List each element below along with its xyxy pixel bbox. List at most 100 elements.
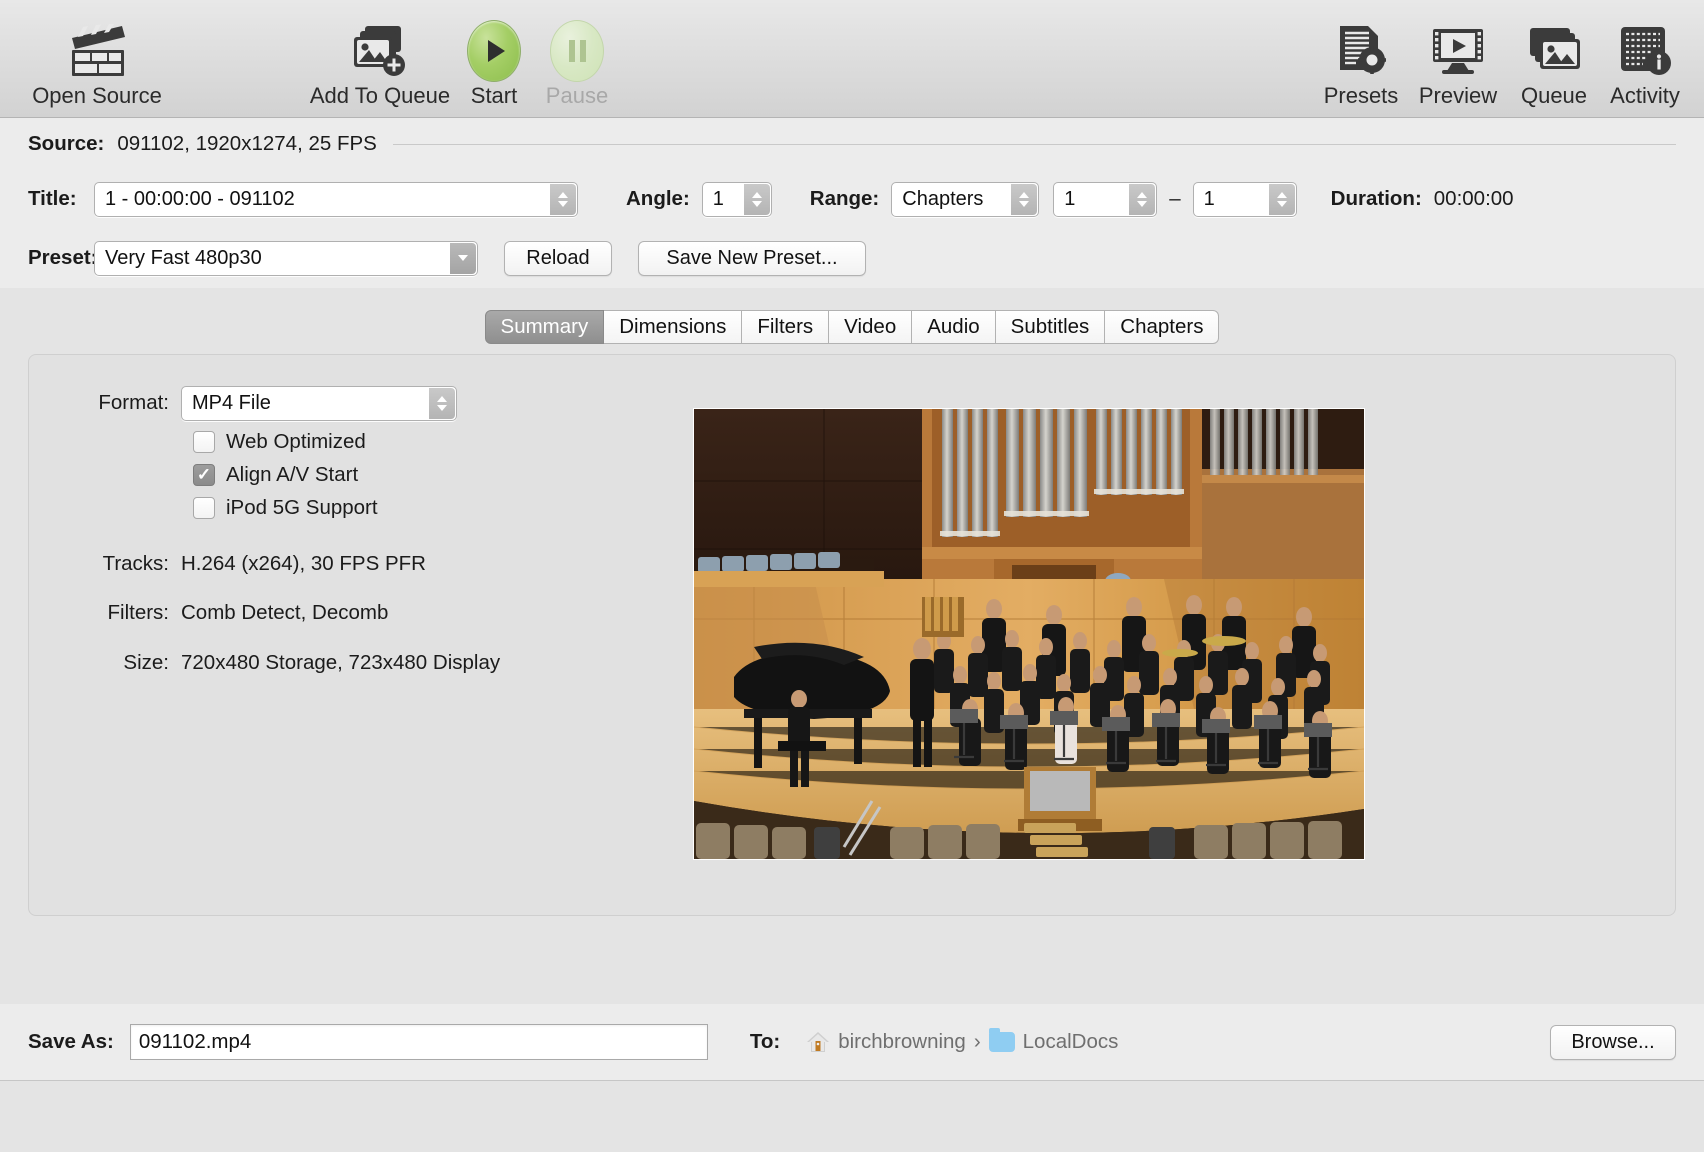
- toolbar-open-source[interactable]: Open Source: [0, 0, 162, 117]
- chevron-up-icon: [437, 395, 447, 402]
- title-row: Title: 1 - 00:00:00 - 091102 Angle: 1 Ra…: [28, 170, 1676, 228]
- queue-stack-icon: [1526, 19, 1582, 83]
- tab-audio[interactable]: Audio: [912, 310, 996, 344]
- size-row: Size: 720x480 Storage, 723x480 Display: [71, 638, 631, 688]
- align-av-start-checkbox[interactable]: ✓ Align A/V Start: [193, 458, 631, 491]
- home-icon: [807, 1032, 830, 1052]
- title-select[interactable]: 1 - 00:00:00 - 091102: [94, 181, 578, 217]
- tracks-label: Tracks:: [102, 552, 169, 575]
- ipod-5g-support-label: iPod 5G Support: [226, 495, 378, 519]
- range-end-select[interactable]: 1: [1192, 181, 1297, 217]
- title-stepper[interactable]: [550, 183, 576, 215]
- tab-subtitles-label: Subtitles: [1010, 315, 1090, 338]
- breadcrumb-separator: ›: [973, 1030, 981, 1053]
- toolbar-add-to-queue[interactable]: Add To Queue: [305, 0, 455, 117]
- tracks-value: H.264 (x264), 30 FPS PFR: [181, 552, 426, 575]
- toolbar-activity[interactable]: Activity: [1600, 0, 1704, 117]
- filters-value: Comb Detect, Decomb: [181, 601, 389, 624]
- reload-button-label: Reload: [526, 246, 590, 269]
- chevron-down-icon: [1276, 200, 1287, 207]
- preview-image: [694, 409, 1364, 859]
- preview-thumbnail[interactable]: [693, 408, 1365, 860]
- toolbar-start[interactable]: Start: [455, 0, 533, 117]
- checkbox-box: ✓: [193, 463, 215, 486]
- save-new-preset-label: Save New Preset...: [666, 246, 838, 269]
- preset-pulldown-arrow[interactable]: [450, 242, 476, 274]
- angle-select-value: 1: [712, 187, 724, 210]
- preset-row: Preset: Very Fast 480p30 Reload Save New…: [28, 228, 1676, 288]
- tab-video[interactable]: Video: [829, 310, 913, 344]
- toolbar-activity-label: Activity: [1610, 83, 1680, 108]
- toolbar-add-to-queue-label: Add To Queue: [309, 83, 451, 108]
- chevron-up-icon: [558, 191, 568, 198]
- pause-icon: [550, 19, 604, 83]
- status-bar: [0, 1080, 1704, 1152]
- align-av-start-label: Align A/V Start: [226, 462, 359, 486]
- tab-subtitles[interactable]: Subtitles: [995, 310, 1106, 344]
- tab-chapters[interactable]: Chapters: [1105, 310, 1220, 344]
- range-type-select[interactable]: Chapters: [891, 181, 1040, 217]
- preview-monitor-icon: [1430, 19, 1486, 83]
- toolbar-preview-label: Preview: [1418, 83, 1498, 108]
- preset-select-value: Very Fast 480p30: [105, 246, 262, 269]
- tracks-row: Tracks: H.264 (x264), 30 FPS PFR: [71, 540, 631, 588]
- filters-row: Filters: Comb Detect, Decomb: [71, 588, 631, 638]
- range-label: Range:: [809, 187, 880, 210]
- tab-filters[interactable]: Filters: [742, 310, 830, 344]
- checkbox-box: [193, 430, 215, 453]
- tab-dimensions-label: Dimensions: [619, 315, 727, 338]
- range-start-select[interactable]: 1: [1053, 181, 1158, 217]
- format-select[interactable]: MP4 File: [181, 385, 457, 421]
- angle-label: Angle:: [626, 187, 690, 210]
- preset-select[interactable]: Very Fast 480p30: [94, 240, 478, 276]
- web-optimized-label: Web Optimized: [226, 429, 366, 453]
- format-stepper[interactable]: [429, 387, 455, 419]
- toolbar-queue[interactable]: Queue: [1508, 0, 1600, 117]
- save-as-input[interactable]: 091102.mp4: [129, 1024, 708, 1060]
- folder-icon: [988, 1028, 1015, 1052]
- range-end-stepper[interactable]: [1268, 183, 1295, 215]
- toolbar-pause[interactable]: Pause: [533, 0, 621, 117]
- tab-video-label: Video: [844, 315, 897, 338]
- title-label: Title:: [28, 187, 77, 210]
- browse-button[interactable]: Browse...: [1550, 1024, 1676, 1060]
- toolbar-preview[interactable]: Preview: [1408, 0, 1508, 117]
- reload-button[interactable]: Reload: [504, 240, 612, 276]
- source-settings-area: Source: 091102, 1920x1274, 25 FPS Title:…: [0, 118, 1704, 288]
- toolbar-presets[interactable]: Presets: [1314, 0, 1408, 117]
- save-new-preset-button[interactable]: Save New Preset...: [638, 240, 866, 276]
- duration-value: 00:00:00: [1433, 187, 1514, 210]
- folder-crumb-label: LocalDocs: [1022, 1030, 1119, 1053]
- source-row: Source: 091102, 1920x1274, 25 FPS: [28, 118, 1676, 170]
- size-value: 720x480 Storage, 723x480 Display: [181, 651, 501, 674]
- tab-summary[interactable]: Summary: [484, 310, 605, 344]
- chevron-down-icon: [1137, 200, 1148, 207]
- duration-label: Duration:: [1330, 187, 1422, 210]
- chevron-down-icon: [1019, 200, 1030, 207]
- range-end-value: 1: [1203, 187, 1215, 210]
- save-as-value: 091102.mp4: [138, 1030, 252, 1053]
- preset-label: Preset:: [28, 246, 98, 269]
- angle-stepper[interactable]: [743, 183, 770, 215]
- tab-dimensions[interactable]: Dimensions: [604, 310, 743, 344]
- format-select-value: MP4 File: [192, 391, 271, 414]
- destination-breadcrumb[interactable]: birchbrowning › LocalDocs: [806, 1028, 1119, 1054]
- filters-label: Filters:: [107, 601, 170, 624]
- toolbar-start-label: Start: [470, 83, 518, 108]
- ipod-5g-support-checkbox[interactable]: iPod 5G Support: [193, 491, 631, 524]
- range-type-stepper[interactable]: [1011, 183, 1038, 215]
- main-toolbar: Open Source Add To Queue Start Pause Pre…: [0, 0, 1704, 118]
- add-to-queue-icon: [351, 19, 409, 83]
- range-start-stepper[interactable]: [1129, 183, 1156, 215]
- tab-audio-label: Audio: [927, 315, 980, 338]
- angle-select[interactable]: 1: [701, 181, 772, 217]
- tab-filters-label: Filters: [757, 315, 814, 338]
- source-value: 091102, 1920x1274, 25 FPS: [117, 132, 377, 155]
- play-icon: [467, 19, 521, 83]
- activity-log-icon: [1617, 19, 1673, 83]
- summary-panel: Format: MP4 File Web Optimized ✓ Align A…: [28, 354, 1676, 916]
- web-optimized-checkbox[interactable]: Web Optimized: [193, 425, 631, 458]
- save-as-label: Save As:: [28, 1030, 114, 1053]
- settings-tabs: Summary Dimensions Filters Video Audio S…: [0, 310, 1704, 344]
- chevron-down-icon: [437, 404, 447, 411]
